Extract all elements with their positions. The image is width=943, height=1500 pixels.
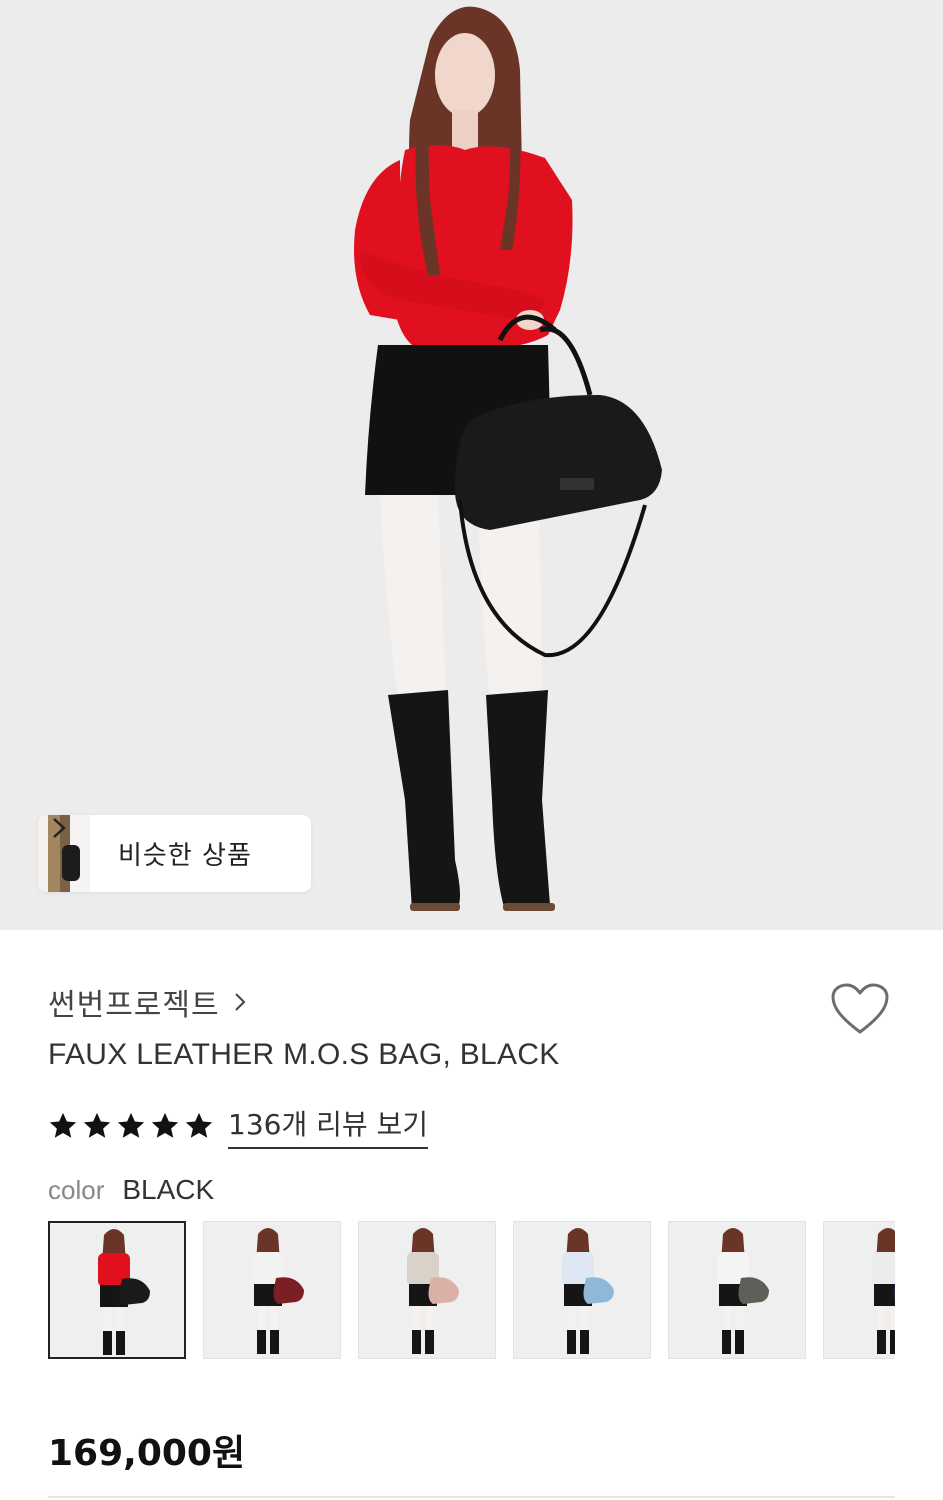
product-hero-image[interactable]: 비슷한 상품 bbox=[0, 0, 943, 930]
color-swatch-navy[interactable] bbox=[823, 1221, 895, 1359]
color-selector-label: color BLACK bbox=[48, 1174, 214, 1206]
similar-products-button[interactable]: 비슷한 상품 bbox=[38, 815, 311, 892]
chevron-right-icon bbox=[234, 993, 246, 1011]
color-swatch-sky-blue[interactable] bbox=[513, 1221, 651, 1359]
swatch-thumbnail-image bbox=[407, 1228, 459, 1354]
divider bbox=[48, 1496, 895, 1498]
color-swatch-burgundy[interactable] bbox=[203, 1221, 341, 1359]
chevron-right-icon bbox=[53, 818, 66, 838]
swatch-thumbnail-image bbox=[872, 1228, 895, 1354]
swatch-thumbnail-image bbox=[98, 1229, 150, 1355]
swatch-thumbnail-image bbox=[562, 1228, 614, 1354]
color-swatch-list bbox=[48, 1221, 895, 1361]
star-icon bbox=[185, 1112, 213, 1138]
heart-outline-icon[interactable] bbox=[830, 982, 890, 1036]
color-swatch-black[interactable] bbox=[48, 1221, 186, 1359]
color-value: BLACK bbox=[122, 1174, 215, 1205]
brand-name: 썬번프로젝트 bbox=[48, 988, 220, 1023]
similar-products-label: 비슷한 상품 bbox=[118, 841, 252, 871]
swatch-thumbnail-image bbox=[717, 1228, 769, 1354]
color-label: color bbox=[48, 1175, 105, 1205]
star-icon bbox=[117, 1112, 145, 1138]
rating-row: 136개 리뷰 보기 bbox=[48, 1103, 429, 1149]
model-photo bbox=[354, 6, 662, 911]
review-link[interactable]: 136개 리뷰 보기 bbox=[228, 1103, 429, 1149]
star-icon bbox=[83, 1112, 111, 1138]
star-icon bbox=[49, 1112, 77, 1138]
product-title: FAUX LEATHER M.O.S BAG, BLACK bbox=[48, 1038, 560, 1071]
star-icon bbox=[151, 1112, 179, 1138]
swatch-thumbnail-image bbox=[252, 1228, 304, 1354]
rating-stars bbox=[48, 1111, 214, 1141]
color-swatch-pink[interactable] bbox=[358, 1221, 496, 1359]
color-swatch-grey[interactable] bbox=[668, 1221, 806, 1359]
brand-link[interactable]: 썬번프로젝트 bbox=[48, 980, 248, 1024]
product-price: 169,000원 bbox=[48, 1433, 246, 1474]
